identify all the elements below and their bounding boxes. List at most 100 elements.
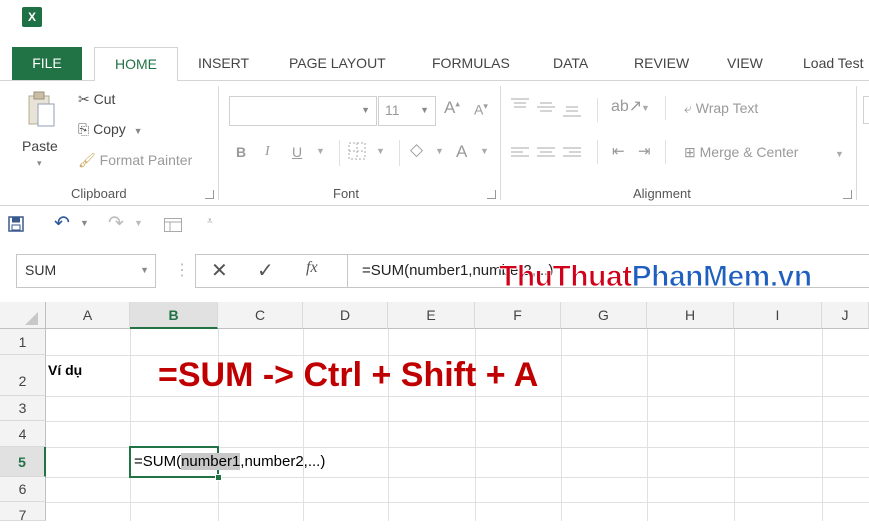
grow-font-button[interactable]: A▴ bbox=[444, 98, 460, 118]
formula-bar-splitter-icon[interactable]: ⋮ bbox=[174, 260, 190, 280]
column-header-d[interactable]: D bbox=[303, 302, 388, 329]
row-header-2[interactable]: 2 bbox=[0, 355, 46, 396]
align-center-icon[interactable] bbox=[537, 146, 555, 163]
bold-button[interactable]: B bbox=[236, 144, 246, 160]
column-header-b[interactable]: B bbox=[130, 302, 218, 329]
shrink-font-button[interactable]: A▾ bbox=[474, 101, 488, 118]
row-header-4[interactable]: 4 bbox=[0, 421, 46, 447]
font-name-dropdown-icon[interactable]: ▼ bbox=[361, 105, 370, 115]
copy-icon: ⎘ bbox=[78, 121, 90, 137]
separator bbox=[597, 98, 598, 122]
copy-label: Copy bbox=[93, 121, 126, 137]
font-launcher-icon[interactable] bbox=[487, 190, 496, 199]
alignment-group-label: Alignment bbox=[633, 186, 691, 201]
align-left-icon[interactable] bbox=[511, 146, 529, 163]
paste-dropdown-icon[interactable]: ▾ bbox=[37, 158, 42, 169]
underline-dropdown-icon[interactable]: ▼ bbox=[316, 146, 325, 156]
align-top-icon[interactable] bbox=[511, 98, 529, 115]
cell-b5-formula[interactable]: =SUM(number1,number2,...) bbox=[134, 453, 325, 470]
clipboard-launcher-icon[interactable] bbox=[205, 190, 214, 199]
tab-formulas[interactable]: FORMULAS bbox=[432, 47, 510, 80]
column-header-j[interactable]: J bbox=[822, 302, 869, 329]
wrap-text-button[interactable]: ⤶ Wrap Text bbox=[684, 100, 758, 117]
column-header-e[interactable]: E bbox=[388, 302, 475, 329]
align-bottom-icon[interactable] bbox=[563, 104, 581, 121]
undo-icon[interactable]: ↶ bbox=[54, 212, 70, 235]
column-header-g[interactable]: G bbox=[561, 302, 647, 329]
copy-button[interactable]: ⎘ Copy ▼ bbox=[78, 121, 143, 138]
clipboard-group-label: Clipboard bbox=[71, 186, 127, 201]
column-header-f[interactable]: F bbox=[475, 302, 561, 329]
fill-handle[interactable] bbox=[215, 474, 222, 481]
insert-function-button[interactable]: fx bbox=[306, 259, 318, 277]
italic-button[interactable]: I bbox=[265, 144, 270, 160]
fill-color-dropdown-icon[interactable]: ▼ bbox=[435, 146, 444, 156]
save-icon[interactable] bbox=[8, 216, 24, 235]
merge-center-button[interactable]: ⊞ Merge & Center bbox=[684, 144, 798, 161]
column-header-a[interactable]: A bbox=[46, 302, 130, 329]
name-box[interactable]: SUM ▼ bbox=[16, 254, 156, 288]
shrink-font-label: A bbox=[474, 101, 484, 118]
undo-dropdown-icon[interactable]: ▼ bbox=[80, 218, 89, 228]
gridline bbox=[734, 329, 735, 521]
form-icon[interactable] bbox=[164, 218, 182, 235]
separator bbox=[399, 140, 400, 166]
name-box-value: SUM bbox=[25, 262, 57, 278]
increase-indent-icon[interactable]: ⇥ bbox=[638, 142, 651, 160]
watermark-part-2: PhanMem bbox=[631, 260, 771, 294]
select-all-button[interactable] bbox=[0, 302, 46, 329]
row-header-1[interactable]: 1 bbox=[0, 329, 46, 355]
row-header-5[interactable]: 5 bbox=[0, 447, 46, 477]
name-box-dropdown-icon[interactable]: ▼ bbox=[140, 265, 149, 275]
font-size-input[interactable]: 11 ▼ bbox=[378, 96, 436, 126]
row-header-7[interactable]: 7 bbox=[0, 502, 46, 523]
merge-center-dropdown-icon[interactable]: ▼ bbox=[835, 149, 844, 159]
format-painter-button[interactable]: 🖌 Format Painter bbox=[78, 152, 192, 169]
fill-color-icon[interactable]: ◇ bbox=[410, 140, 423, 160]
cut-button[interactable]: ✂ Cut bbox=[78, 91, 115, 108]
borders-dropdown-icon[interactable]: ▼ bbox=[376, 146, 385, 156]
borders-icon[interactable] bbox=[348, 142, 366, 163]
copy-dropdown-icon[interactable]: ▼ bbox=[134, 126, 143, 136]
redo-icon[interactable]: ↷ bbox=[108, 212, 124, 235]
tab-view[interactable]: VIEW bbox=[727, 47, 763, 80]
tab-load-test[interactable]: Load Test bbox=[803, 47, 863, 80]
tab-page-layout[interactable]: PAGE LAYOUT bbox=[289, 47, 386, 80]
tab-data[interactable]: DATA bbox=[553, 47, 588, 80]
tab-review[interactable]: REVIEW bbox=[634, 47, 689, 80]
wrap-text-label: Wrap Text bbox=[695, 100, 759, 116]
enter-icon[interactable]: ✓ bbox=[257, 258, 274, 283]
font-name-input[interactable]: ▼ bbox=[229, 96, 377, 126]
number-format-input[interactable] bbox=[863, 96, 869, 124]
paste-button[interactable]: Paste bbox=[22, 138, 58, 154]
redo-dropdown-icon[interactable]: ▼ bbox=[134, 218, 143, 228]
decrease-indent-icon[interactable]: ⇤ bbox=[612, 142, 625, 160]
column-header-i[interactable]: I bbox=[734, 302, 822, 329]
cell-a2[interactable]: Ví dụ bbox=[48, 362, 82, 378]
cut-label: Cut bbox=[93, 91, 116, 107]
alignment-launcher-icon[interactable] bbox=[843, 190, 852, 199]
font-color-button[interactable]: A bbox=[456, 142, 467, 162]
tab-insert[interactable]: INSERT bbox=[198, 47, 249, 80]
underline-button[interactable]: U bbox=[292, 144, 302, 160]
gridline bbox=[46, 396, 869, 397]
align-right-icon[interactable] bbox=[563, 146, 581, 163]
wrap-text-icon: ⤶ bbox=[684, 100, 692, 116]
tab-file[interactable]: FILE bbox=[12, 47, 82, 80]
tab-home[interactable]: HOME bbox=[94, 47, 178, 82]
cancel-icon[interactable]: ✕ bbox=[211, 258, 228, 283]
watermark-logo: ThuThuatPhanMem.vn bbox=[499, 260, 813, 294]
orientation-icon[interactable]: ab↗ bbox=[611, 96, 642, 116]
font-size-dropdown-icon[interactable]: ▼ bbox=[420, 105, 429, 115]
cell-b5-rest: ,number2,...) bbox=[240, 453, 326, 470]
font-color-dropdown-icon[interactable]: ▼ bbox=[480, 146, 489, 156]
paste-icon[interactable] bbox=[26, 88, 56, 132]
column-header-c[interactable]: C bbox=[218, 302, 303, 329]
customize-qat-icon[interactable]: ⩡ bbox=[207, 216, 213, 227]
separator bbox=[665, 140, 666, 164]
column-header-h[interactable]: H bbox=[647, 302, 734, 329]
orientation-dropdown-icon[interactable]: ▼ bbox=[641, 103, 650, 113]
row-header-6[interactable]: 6 bbox=[0, 477, 46, 502]
align-middle-icon[interactable] bbox=[537, 101, 555, 118]
row-header-3[interactable]: 3 bbox=[0, 396, 46, 421]
